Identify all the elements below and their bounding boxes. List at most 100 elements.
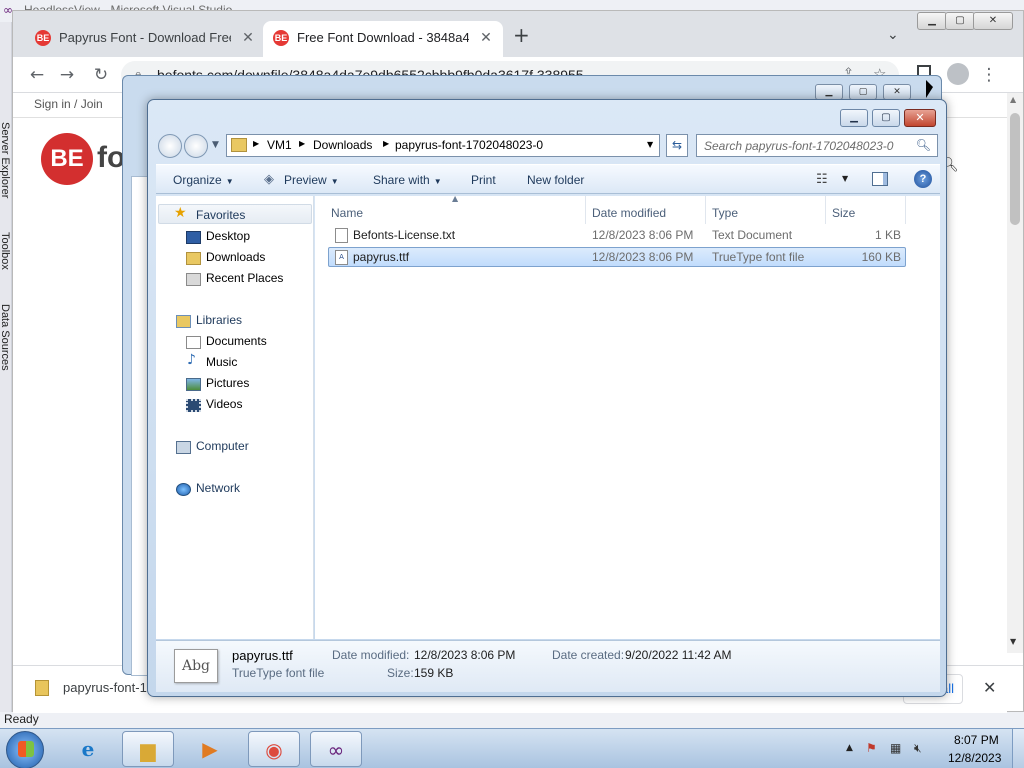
column-divider[interactable] — [905, 196, 906, 224]
show-hidden-icons-icon[interactable]: ▲ — [846, 743, 853, 753]
maximize-button[interactable]: ▢ — [872, 109, 900, 127]
nav-pictures[interactable]: Pictures — [206, 376, 249, 390]
profile-avatar[interactable] — [947, 63, 969, 85]
recent-pages-chevron-icon[interactable]: ▼ — [212, 140, 219, 150]
address-history-chevron-icon[interactable]: ▼ — [647, 140, 653, 149]
network-status-icon[interactable]: ▦ — [890, 741, 901, 755]
share-with-label: Share with — [373, 173, 430, 187]
change-view-icon[interactable]: ☷ — [816, 172, 828, 187]
close-window-button[interactable]: ✕ — [973, 12, 1013, 30]
column-divider[interactable] — [705, 196, 706, 224]
column-size[interactable]: Size — [832, 206, 855, 220]
nav-computer[interactable]: Computer — [196, 439, 249, 453]
nav-favorites[interactable]: Favorites — [196, 208, 245, 222]
visual-studio-icon: ∞ — [327, 738, 345, 762]
sign-in-link[interactable]: Sign in / Join — [34, 97, 103, 111]
scrollbar-thumb[interactable] — [1010, 113, 1020, 225]
reload-icon[interactable]: ↻ — [89, 63, 113, 87]
videos-icon — [186, 399, 201, 412]
refresh-icon[interactable]: ⇆ — [666, 134, 688, 157]
share-with-button[interactable]: Share with ▼ — [373, 173, 442, 187]
close-tab-icon[interactable]: ✕ — [477, 28, 495, 46]
page-scrollbar[interactable]: ▲ ▼ — [1007, 93, 1023, 653]
view-options-chevron-icon[interactable]: ▼ — [842, 174, 848, 183]
breadcrumb-chevron-icon[interactable]: ▶ — [299, 139, 305, 148]
print-button[interactable]: Print — [471, 173, 496, 187]
column-divider[interactable] — [585, 196, 586, 224]
vs-side-tab-data-sources[interactable]: Data Sources — [0, 304, 11, 371]
start-button[interactable] — [6, 731, 44, 768]
breadcrumb-downloads[interactable]: Downloads — [313, 138, 372, 152]
vs-status-bar: Ready — [0, 712, 1024, 728]
chrome-tab-papyrus[interactable]: BE Papyrus Font - Download Free Fo ✕ — [25, 21, 265, 57]
documents-icon — [186, 336, 201, 349]
close-button[interactable]: ✕ — [904, 109, 936, 127]
maximize-button[interactable]: ▢ — [849, 84, 877, 100]
tab-search-chevron-icon[interactable]: ⌄ — [887, 27, 899, 43]
nav-libraries[interactable]: Libraries — [196, 313, 242, 327]
text-file-icon — [335, 228, 348, 243]
minimize-button[interactable]: ▁ — [815, 84, 843, 100]
nav-downloads[interactable]: Downloads — [206, 250, 265, 264]
scroll-down-icon[interactable]: ▼ — [1010, 637, 1016, 646]
breadcrumb-chevron-icon[interactable]: ▶ — [383, 139, 389, 148]
taskbar-media-player[interactable]: ▶ — [184, 731, 236, 767]
preview-label: Preview — [284, 173, 327, 187]
chrome-menu-icon[interactable]: ⋮ — [977, 63, 1001, 87]
maximize-button[interactable]: ▢ — [945, 12, 975, 30]
help-icon[interactable]: ? — [914, 170, 932, 188]
new-folder-button[interactable]: New folder — [527, 173, 584, 187]
taskbar-chrome[interactable]: ◉ — [248, 731, 300, 767]
close-download-bar-icon[interactable]: ✕ — [983, 678, 996, 697]
vs-side-tab-toolbox[interactable]: Toolbox — [0, 232, 11, 270]
minimize-button[interactable]: ▁ — [917, 12, 947, 30]
search-input[interactable]: Search papyrus-font-1702048023-0 🔍︎ — [696, 134, 938, 157]
taskbar-visual-studio[interactable]: ∞ — [310, 731, 362, 767]
close-tab-icon[interactable]: ✕ — [239, 28, 257, 46]
nav-recent-places[interactable]: Recent Places — [206, 271, 283, 285]
nav-music[interactable]: Music — [206, 355, 237, 369]
back-arrow-icon[interactable]: ← — [25, 63, 49, 87]
file-row[interactable]: Befonts-License.txt 12/8/2023 8:06 PM Te… — [329, 226, 905, 246]
breadcrumb-chevron-icon[interactable]: ▶ — [253, 139, 259, 148]
show-desktop-button[interactable] — [1012, 729, 1024, 768]
taskbar-windows-explorer[interactable]: ▆ — [122, 731, 174, 767]
file-row-selected[interactable]: A papyrus.ttf 12/8/2023 8:06 PM TrueType… — [328, 247, 906, 267]
explorer-address-bar[interactable]: ▶ VM1 ▶ Downloads ▶ papyrus-font-1702048… — [226, 134, 660, 157]
chrome-tab-free-font-download[interactable]: BE Free Font Download - 3848a4da7 ✕ — [263, 21, 503, 57]
organize-button[interactable]: Organize ▼ — [173, 173, 234, 187]
organize-label: Organize — [173, 173, 222, 187]
explorer-window: ▁ ▢ ✕ ▼ ▶ VM1 ▶ Downloads ▶ papyrus-font… — [147, 99, 947, 697]
taskbar-internet-explorer[interactable]: e — [62, 731, 114, 767]
column-divider[interactable] — [825, 196, 826, 224]
preview-button[interactable]: Preview ▼ — [284, 173, 339, 187]
clock-date[interactable]: 12/8/2023 — [948, 751, 1001, 765]
nav-desktop[interactable]: Desktop — [206, 229, 250, 243]
back-button[interactable] — [158, 134, 182, 158]
download-item-name[interactable]: papyrus-font-1 — [63, 680, 147, 695]
nav-network[interactable]: Network — [196, 481, 240, 495]
clock-time[interactable]: 8:07 PM — [954, 733, 999, 747]
column-type[interactable]: Type — [712, 206, 738, 220]
breadcrumb-vm1[interactable]: VM1 — [267, 138, 292, 152]
minimize-button[interactable]: ▁ — [840, 109, 868, 127]
scroll-up-icon[interactable]: ▲ — [1010, 95, 1016, 104]
search-icon[interactable]: 🔍︎ — [916, 138, 931, 152]
befonts-logo[interactable]: BE — [41, 133, 93, 185]
new-tab-button[interactable]: + — [513, 25, 530, 45]
windows-logo-icon — [18, 741, 34, 757]
file-list-pane: ▲ Name Date modified Type Size Befonts-L… — [315, 194, 940, 639]
volume-muted-icon[interactable]: 🔇︎ — [914, 741, 922, 756]
nav-videos[interactable]: Videos — [206, 397, 242, 411]
breadcrumb-current-folder[interactable]: papyrus-font-1702048023-0 — [395, 138, 543, 152]
details-file-name: papyrus.ttf — [232, 648, 293, 663]
column-date-modified[interactable]: Date modified — [592, 206, 666, 220]
action-center-flag-icon[interactable]: ⚑ — [866, 741, 877, 755]
column-name[interactable]: Name — [331, 206, 363, 220]
nav-documents[interactable]: Documents — [206, 334, 267, 348]
forward-arrow-icon[interactable]: → — [55, 63, 79, 87]
close-button[interactable]: ✕ — [883, 84, 911, 100]
vs-side-tab-server-explorer[interactable]: Server Explorer — [0, 122, 11, 198]
forward-button[interactable] — [184, 134, 208, 158]
preview-pane-icon[interactable] — [872, 172, 888, 186]
